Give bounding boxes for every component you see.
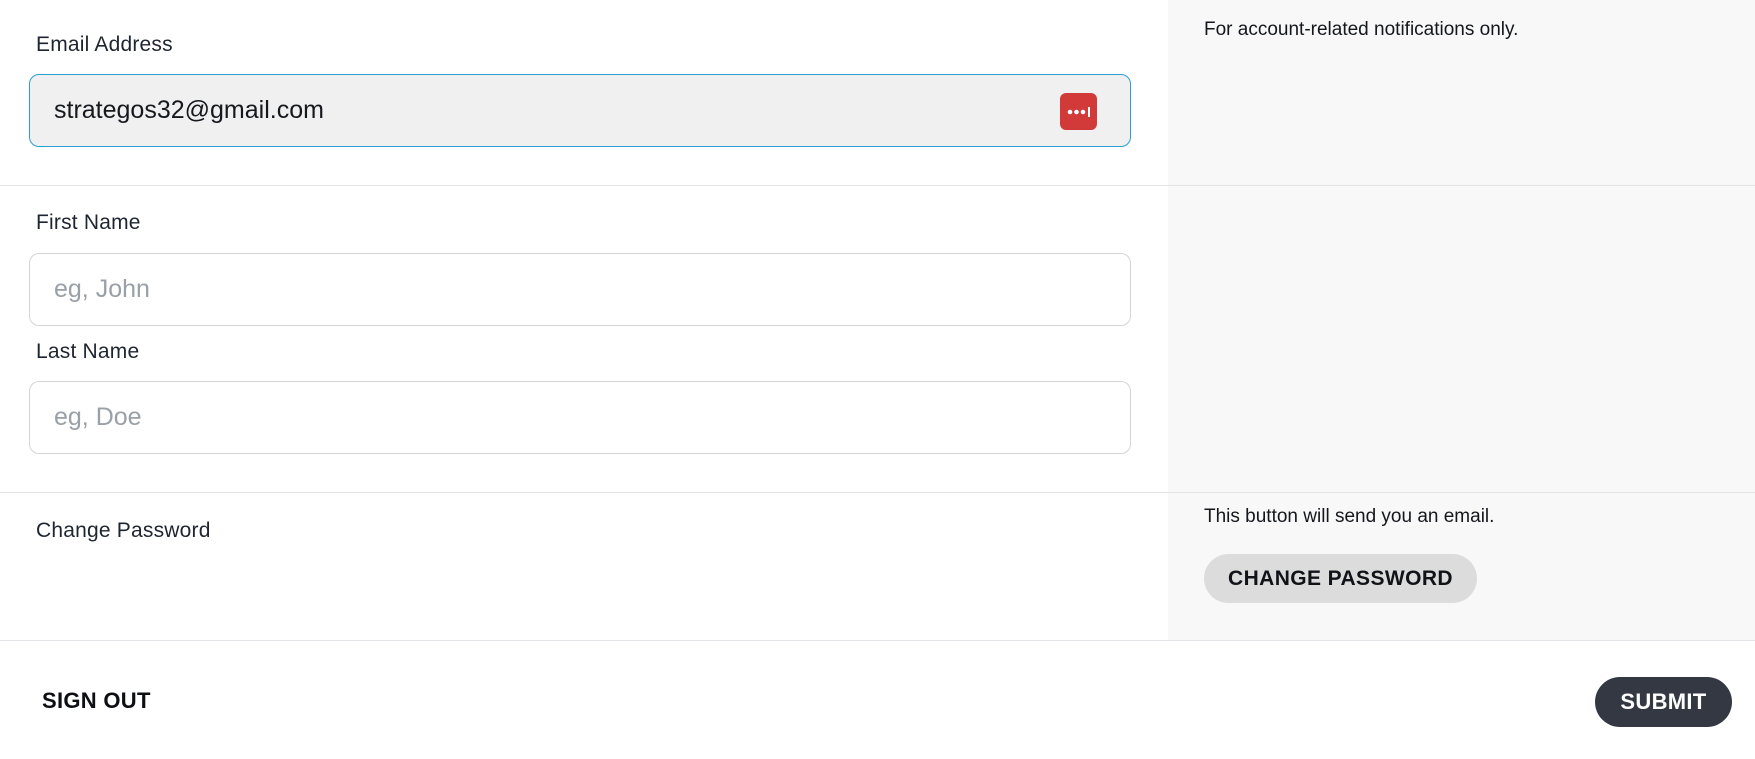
- submit-button[interactable]: SUBMIT: [1595, 677, 1732, 727]
- first-name-field[interactable]: [30, 254, 1130, 325]
- change-password-label: Change Password: [36, 519, 211, 542]
- password-section: Change Password This button will send yo…: [0, 493, 1755, 641]
- change-password-button[interactable]: CHANGE PASSWORD: [1204, 554, 1477, 603]
- email-field-wrapper: [29, 74, 1131, 147]
- email-section-help-panel: For account-related notifications only.: [1168, 0, 1755, 185]
- first-name-field-wrapper: [29, 253, 1131, 326]
- last-name-field[interactable]: [30, 382, 1130, 453]
- last-name-label: Last Name: [36, 340, 140, 363]
- email-section: Email Address For account-related notifi…: [0, 0, 1755, 186]
- password-help-text: This button will send you an email.: [1204, 506, 1495, 527]
- name-section-main: First Name Last Name: [0, 186, 1168, 492]
- email-help-text: For account-related notifications only.: [1204, 19, 1519, 40]
- name-section: First Name Last Name: [0, 186, 1755, 493]
- email-section-main: Email Address: [0, 0, 1168, 185]
- sign-out-button[interactable]: SIGN OUT: [42, 688, 151, 714]
- dots-password-icon[interactable]: [1060, 93, 1097, 130]
- form-footer: SIGN OUT SUBMIT: [0, 641, 1755, 759]
- first-name-label: First Name: [36, 211, 141, 234]
- account-settings-form: Email Address For account-related notifi…: [0, 0, 1755, 759]
- last-name-field-wrapper: [29, 381, 1131, 454]
- email-field[interactable]: [30, 75, 1130, 146]
- email-label: Email Address: [36, 33, 173, 56]
- password-section-main: Change Password: [0, 493, 1168, 640]
- password-section-help-panel: This button will send you an email. CHAN…: [1168, 493, 1755, 640]
- name-section-help-panel: [1168, 186, 1755, 492]
